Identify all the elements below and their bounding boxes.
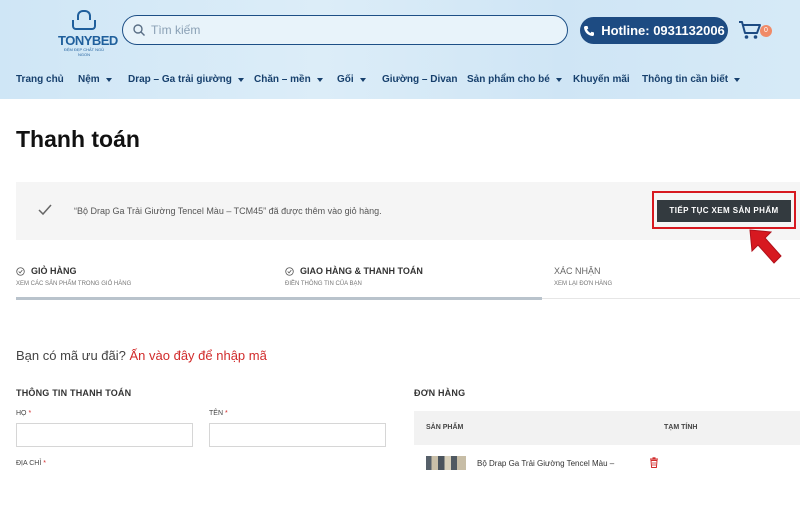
nav-label: Khuyến mãi (573, 74, 630, 85)
nav-label: Drap – Ga trải giường (128, 74, 232, 85)
nav-item-beds[interactable]: Giường – Divan (382, 74, 457, 85)
last-name-label: HỌ * (16, 410, 31, 417)
first-name-field[interactable] (209, 423, 386, 447)
caret-down-icon (105, 77, 112, 82)
cart-icon[interactable] (738, 20, 762, 40)
step-subtitle: XEM CÁC SẢN PHẨM TRONG GIỎ HÀNG (16, 281, 132, 287)
step-confirm[interactable]: XÁC NHẬN (554, 266, 601, 276)
field-label-text: TÊN (209, 410, 223, 417)
product-thumbnail[interactable] (426, 456, 466, 470)
nav-item-kids[interactable]: Sản phẩm cho bé (467, 74, 562, 85)
nav-item-blankets[interactable]: Chăn – mền (254, 74, 323, 85)
hotline-button[interactable]: Hotline: 0931132006 (580, 17, 728, 44)
caret-down-icon (555, 77, 562, 82)
caret-down-icon (359, 77, 366, 82)
nav-label: Chăn – mền (254, 74, 311, 85)
logo-tagline: ĐỆM ĐẸP CHẤT NGỦ NGON (63, 47, 105, 57)
nav-item-pillows[interactable]: Gối (337, 74, 366, 85)
step-progress-done (16, 297, 542, 300)
step-subtitle: ĐIỀN THÔNG TIN CỦA BẠN (285, 281, 362, 287)
search-bar (122, 15, 568, 45)
required-mark: * (28, 410, 32, 417)
first-name-label: TÊN * (209, 410, 228, 417)
caret-down-icon (316, 77, 323, 82)
step-cart[interactable]: GIỎ HÀNG (16, 266, 77, 276)
pointer-arrow-icon (749, 229, 782, 264)
last-name-field[interactable] (16, 423, 193, 447)
nav-item-mattress[interactable]: Nệm (78, 74, 112, 85)
nav-item-home[interactable]: Trang chủ (16, 74, 64, 85)
required-mark: * (43, 460, 46, 467)
step-subtitle: XEM LẠI ĐƠN HÀNG (554, 281, 613, 287)
nav-item-bedsheets[interactable]: Drap – Ga trải giường (128, 74, 244, 85)
check-icon (38, 204, 52, 216)
nav-item-info[interactable]: Thông tin cần biết (642, 74, 741, 85)
page-title: Thanh toán (16, 126, 140, 152)
coupon-link[interactable]: Ấn vào đây để nhập mã (130, 348, 267, 363)
billing-title: THÔNG TIN THANH TOÁN (16, 388, 132, 398)
hotline-label: Hotline: 0931132006 (601, 23, 725, 38)
cart-count-badge: 0 (760, 25, 772, 37)
check-circle-icon (16, 266, 25, 276)
step-label: GIỎ HÀNG (31, 266, 77, 276)
bed-logo-icon (69, 8, 99, 34)
search-icon[interactable] (132, 23, 146, 37)
continue-shopping-button[interactable]: TIẾP TỤC XEM SẢN PHẨM (657, 200, 791, 222)
phone-icon (584, 25, 595, 36)
address-label: ĐỊA CHỈ * (16, 460, 46, 467)
col-product: SẢN PHẨM (426, 424, 464, 431)
order-table-header (414, 411, 800, 445)
coupon-question: Bạn có mã ưu đãi? (16, 348, 126, 363)
caret-down-icon (237, 77, 244, 82)
nav-label: Thông tin cần biết (642, 74, 729, 85)
nav-label: Trang chủ (16, 74, 64, 85)
step-label: XÁC NHẬN (554, 266, 601, 276)
nav-label: Giường – Divan (382, 74, 458, 85)
check-circle-icon (285, 266, 294, 276)
product-name[interactable]: Bộ Drap Ga Trải Giường Tencel Màu – (477, 459, 614, 468)
nav-label: Gối (337, 74, 354, 85)
order-title: ĐƠN HÀNG (414, 388, 466, 398)
required-mark: * (224, 410, 228, 417)
site-logo[interactable]: TONYBED ĐỆM ĐẸP CHẤT NGỦ NGON (58, 8, 118, 57)
step-label: GIAO HÀNG & THANH TOÁN (300, 266, 423, 276)
nav-label: Nệm (78, 74, 100, 85)
search-input[interactable] (151, 20, 551, 40)
nav-label: Sản phẩm cho bé (467, 74, 550, 85)
field-label-text: HỌ (16, 410, 27, 417)
field-label-text: ĐỊA CHỈ (16, 460, 42, 467)
step-shipping[interactable]: GIAO HÀNG & THANH TOÁN (285, 266, 423, 276)
nav-item-promotions[interactable]: Khuyến mãi (573, 74, 630, 85)
caret-down-icon (734, 77, 741, 82)
col-subtotal: TẠM TÍNH (664, 424, 698, 431)
coupon-prompt: Bạn có mã ưu đãi? Ấn vào đây để nhập mã (16, 348, 267, 363)
trash-icon[interactable] (649, 457, 659, 468)
notice-message: “Bộ Drap Ga Trải Giường Tencel Màu – TCM… (74, 206, 382, 216)
step-progress-remaining (542, 298, 800, 299)
logo-text: TONYBED (58, 33, 118, 48)
